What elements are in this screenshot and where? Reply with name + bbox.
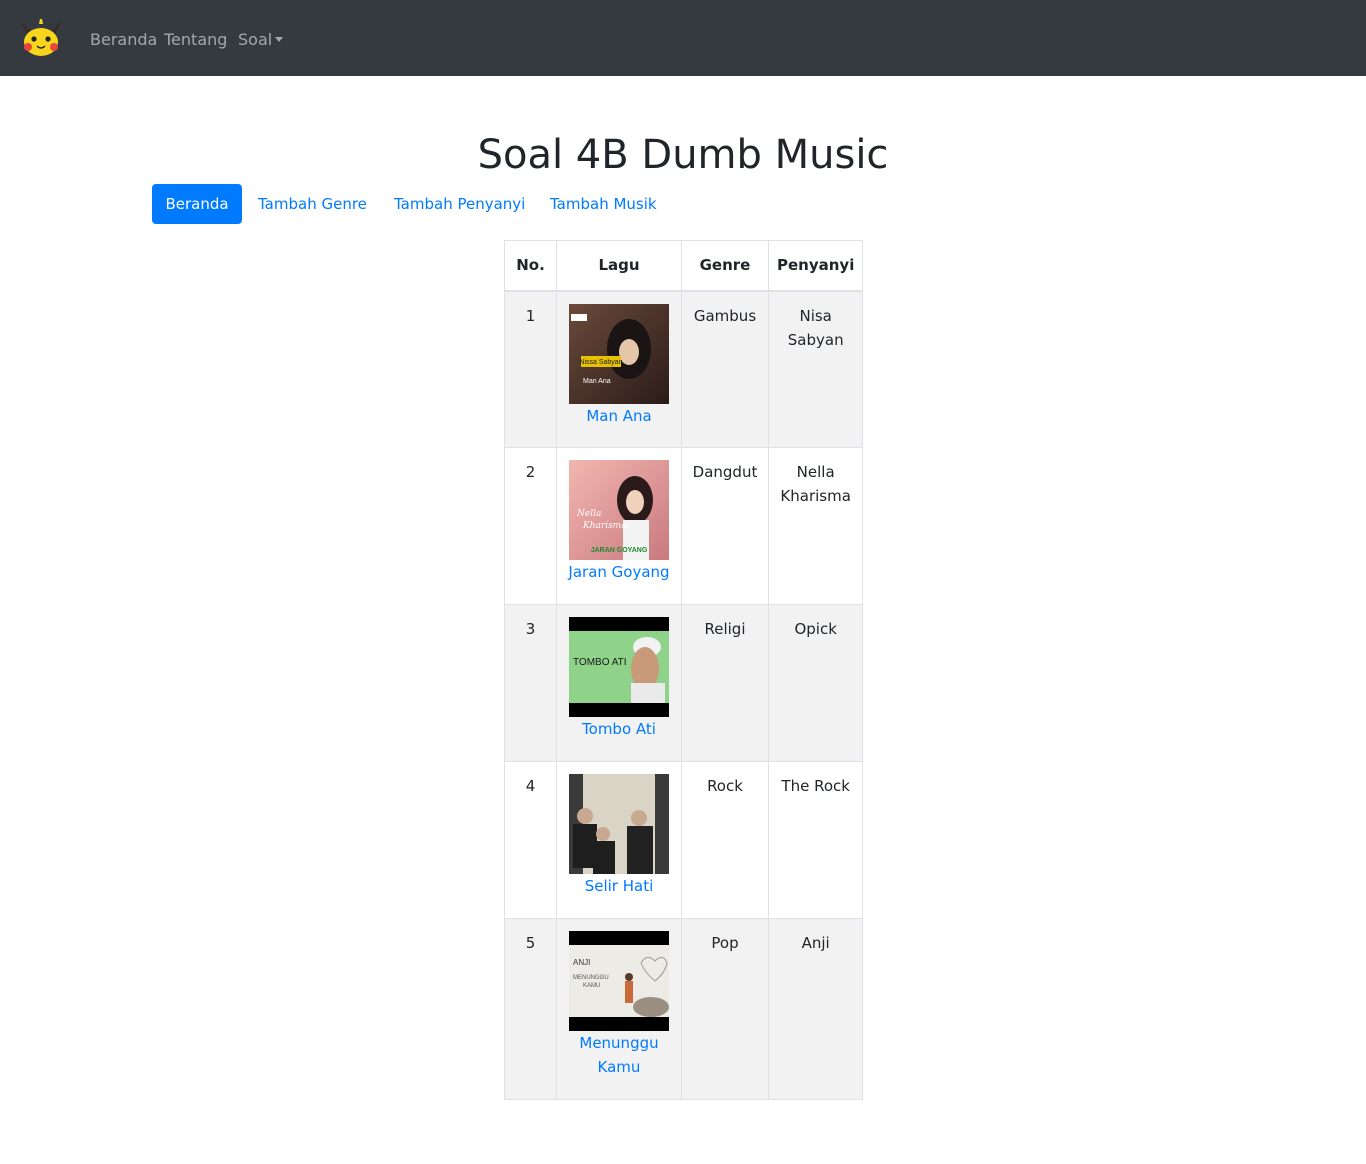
song-thumbnail[interactable]: ANJI MENUNGGU KAMU <box>569 931 669 1031</box>
header-genre: Genre <box>681 240 769 292</box>
cell-lagu: Nissa Sabyan Man Ana Man Ana <box>556 290 682 448</box>
cell-genre: Religi <box>681 604 769 762</box>
svg-text:JARAN GOYANG: JARAN GOYANG <box>591 547 648 554</box>
header-no: No. <box>504 240 557 292</box>
svg-text:Kharisma: Kharisma <box>582 521 627 531</box>
navbar: Beranda Tentang Soal <box>0 0 1366 76</box>
song-thumbnail[interactable]: Nissa Sabyan Man Ana <box>569 303 669 404</box>
song-link[interactable]: Jaran Goyang <box>565 560 673 584</box>
nav-beranda[interactable]: Beranda <box>90 30 157 50</box>
tab-beranda[interactable]: Beranda <box>152 184 242 224</box>
table-row: 3 TOMBO ATI Tombo Ati Religi Opick <box>504 604 864 762</box>
cell-penyanyi: Anji <box>767 918 864 1100</box>
song-link[interactable]: Tombo Ati <box>565 717 673 741</box>
page-title: Soal 4B Dumb Music <box>477 132 889 178</box>
cell-genre: Gambus <box>681 290 769 448</box>
cell-penyanyi: Nisa Sabyan <box>767 290 864 448</box>
table-row: 2 Nella Kharisma JARAN GOYANG Jaran Goya… <box>504 447 864 605</box>
cell-lagu: Nella Kharisma JARAN GOYANG Jaran Goyang <box>556 447 682 605</box>
svg-text:Nissa Sabyan: Nissa Sabyan <box>579 359 622 366</box>
cell-lagu: Selir Hati <box>556 761 682 919</box>
tab-tambah-genre[interactable]: Tambah Genre <box>242 184 383 224</box>
svg-text:KAMU: KAMU <box>583 983 600 989</box>
cell-penyanyi: Opick <box>767 604 864 762</box>
song-thumbnail[interactable]: Nella Kharisma JARAN GOYANG <box>569 460 669 560</box>
song-thumbnail[interactable] <box>569 774 669 874</box>
cell-genre: Dangdut <box>681 447 769 605</box>
cell-no: 5 <box>504 918 557 1100</box>
cell-no: 3 <box>504 604 557 762</box>
svg-text:Nella: Nella <box>576 509 601 519</box>
cell-no: 1 <box>504 290 557 448</box>
music-table: No. Lagu Genre Penyanyi 1 Nissa Sabyan M… <box>504 240 864 1100</box>
nav-tentang[interactable]: Tentang <box>164 30 227 50</box>
header-lagu: Lagu <box>556 240 682 292</box>
header-penyanyi: Penyanyi <box>767 240 864 292</box>
svg-text:ANJI: ANJI <box>573 958 590 967</box>
table-header-row: No. Lagu Genre Penyanyi <box>504 240 864 292</box>
cell-genre: Rock <box>681 761 769 919</box>
svg-text:TOMBO ATI: TOMBO ATI <box>573 657 627 668</box>
cell-penyanyi: The Rock <box>767 761 864 919</box>
cell-genre: Pop <box>681 918 769 1100</box>
tab-tambah-musik[interactable]: Tambah Musik <box>534 184 673 224</box>
svg-text:Man Ana: Man Ana <box>583 378 611 385</box>
caret-down-icon <box>275 37 284 42</box>
song-link[interactable]: Selir Hati <box>565 874 673 898</box>
table-row: 5 ANJI MENUNGGU KAMU Menunggu Kamu Pop A… <box>504 918 864 1100</box>
pikachu-logo-icon[interactable] <box>16 16 66 58</box>
cell-lagu: ANJI MENUNGGU KAMU Menunggu Kamu <box>556 918 682 1100</box>
cell-no: 4 <box>504 761 557 919</box>
tab-tambah-penyanyi[interactable]: Tambah Penyanyi <box>378 184 541 224</box>
cell-penyanyi: Nella Kharisma <box>767 447 864 605</box>
table-row: 1 Nissa Sabyan Man Ana Man Ana Gambus Ni… <box>504 290 864 448</box>
song-link[interactable]: Menunggu Kamu <box>565 1031 673 1079</box>
nav-soal-label: Soal <box>238 30 273 49</box>
song-thumbnail[interactable]: TOMBO ATI <box>569 617 669 717</box>
song-link[interactable]: Man Ana <box>565 404 673 428</box>
cell-no: 2 <box>504 447 557 605</box>
cell-lagu: TOMBO ATI Tombo Ati <box>556 604 682 762</box>
svg-text:MENUNGGU: MENUNGGU <box>573 975 609 981</box>
nav-soal-dropdown[interactable]: Soal <box>238 30 284 50</box>
table-row: 4 Selir Hati Rock The Rock <box>504 761 864 919</box>
